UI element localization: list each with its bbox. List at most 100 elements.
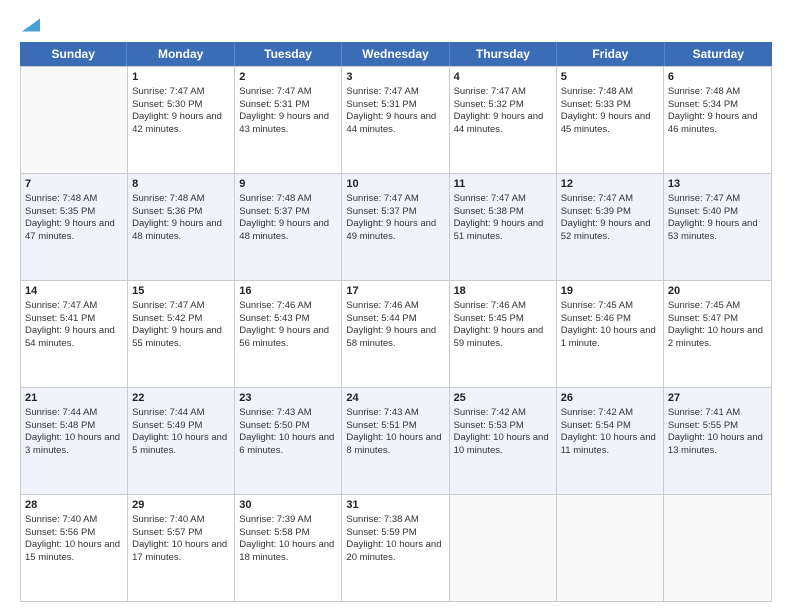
daylight-text: Daylight: 9 hours and 46 minutes.	[668, 111, 758, 135]
sunset-text: Sunset: 5:44 PM	[346, 313, 416, 324]
daylight-text: Daylight: 10 hours and 20 minutes.	[346, 539, 441, 563]
day-cell-17: 17Sunrise: 7:46 AM Sunset: 5:44 PMDayligh…	[342, 281, 449, 387]
daylight-text: Daylight: 9 hours and 52 minutes.	[561, 218, 651, 242]
day-cell-19: 19Sunrise: 7:45 AMSunset: 5:46 PMDayligh…	[557, 281, 664, 387]
header-day-thursday: Thursday	[450, 42, 557, 66]
daylight-text: Daylight: 10 hours and 3 minutes.	[25, 432, 120, 456]
sunrise-text: Sunrise: 7:42 AM	[561, 407, 633, 418]
daylight-text: Daylight: 9 hours and 49 minutes.	[346, 218, 436, 242]
sunset-text: Sunset: 5:38 PM	[454, 206, 524, 217]
daylight-text: Daylight: 10 hours and 11 minutes.	[561, 432, 656, 456]
sunset-text: Sunset: 5:56 PM	[25, 527, 95, 538]
day-cell-2: 2Sunrise: 7:47 AMSunset: 5:31 PMDaylight…	[235, 67, 342, 173]
day-number: 4	[454, 70, 552, 85]
sunrise-text: Sunrise: 7:48 AM	[239, 193, 311, 204]
day-number: 26	[561, 391, 659, 406]
daylight-text: Daylight: 10 hours and 15 minutes.	[25, 539, 120, 563]
day-number: 11	[454, 177, 552, 192]
calendar-body: 1 Sunrise: 7:47 AM Sunset: 5:30 PM Daylight…	[20, 66, 772, 602]
sunset-text: Sunset: 5:32 PM	[454, 99, 524, 110]
day-cell-23: 23Sunrise: 7:43 AMSunset: 5:50 PMDayligh…	[235, 388, 342, 494]
daylight-text: Daylight: 10 hours and 1 minute.	[561, 325, 656, 349]
sunset-text: Sunset: 5:45 PM	[454, 313, 524, 324]
header-day-friday: Friday	[557, 42, 664, 66]
daylight-text: Daylight: 9 hours and 53 minutes.	[668, 218, 758, 242]
day-cell-30: 30Sunrise: 7:39 AMSunset: 5:58 PMDayligh…	[235, 495, 342, 601]
calendar-row-2: 7Sunrise: 7:48 AMSunset: 5:35 PMDaylight…	[21, 173, 771, 280]
sunrise-text: Sunrise: 7:45 AM	[561, 300, 633, 311]
sunrise-text: Sunrise: 7:48 AM	[668, 86, 740, 97]
day-cell-31: 31Sunrise: 7:38 AM Sunset: 5:59 PMDayligh…	[342, 495, 449, 601]
day-cell-25: 25Sunrise: 7:42 AMSunset: 5:53 PMDayligh…	[450, 388, 557, 494]
sunset-text: Sunset: 5:58 PM	[239, 527, 309, 538]
day-cell-3: 3Sunrise: 7:47 AMSunset: 5:31 PMDaylight…	[342, 67, 449, 173]
daylight-text: Daylight: 9 hours and 58 minutes.	[346, 325, 436, 349]
sunset-text: Sunset: 5:53 PM	[454, 420, 524, 431]
sunrise-text: Sunrise: 7:38 AM	[346, 514, 418, 525]
day-cell-1: 1Sunrise: 7:47 AMSunset: 5:30 PMDaylight…	[128, 67, 235, 173]
day-cell-22: 22Sunrise: 7:44 AMSunset: 5:49 PMDayligh…	[128, 388, 235, 494]
sunset-text: Sunset: 5:42 PM	[132, 313, 202, 324]
sunset-text: Sunset: 5:46 PM	[561, 313, 631, 324]
sunrise-text: Sunrise: 7:45 AM	[668, 300, 740, 311]
day-number: 18	[454, 284, 552, 299]
day-cell-18: 18Sunrise: 7:46 AMSunset: 5:45 PMDayligh…	[450, 281, 557, 387]
daylight-text: Daylight: 9 hours and 44 minutes.	[346, 111, 436, 135]
day-cell-7: 7Sunrise: 7:48 AMSunset: 5:35 PMDaylight…	[21, 174, 128, 280]
header-day-saturday: Saturday	[665, 42, 772, 66]
day-number: 24	[346, 391, 444, 406]
daylight-text: Daylight: 10 hours and 2 minutes.	[668, 325, 763, 349]
sunset-text: Sunset: 5:40 PM	[668, 206, 738, 217]
day-number: 17	[346, 284, 444, 299]
daylight-text: Daylight: 9 hours and 43 minutes.	[239, 111, 329, 135]
day-cell-6: 6Sunrise: 7:48 AMSunset: 5:34 PMDaylight…	[664, 67, 771, 173]
sunrise-text: Sunrise: 7:44 AM	[132, 407, 204, 418]
sunset-text: Sunset: 5:59 PM	[346, 527, 416, 538]
sunset-text: Sunset: 5:41 PM	[25, 313, 95, 324]
day-number: 13	[668, 177, 767, 192]
daylight-text: Daylight: 9 hours and 45 minutes.	[561, 111, 651, 135]
day-number: 1	[132, 70, 230, 85]
sunset-text: Sunset: 5:30 PM	[132, 99, 202, 110]
day-number: 16	[239, 284, 337, 299]
daylight-text: Daylight: 10 hours and 17 minutes.	[132, 539, 227, 563]
daylight-text: Daylight: 10 hours and 5 minutes.	[132, 432, 227, 456]
sunset-text: Sunset: 5:49 PM	[132, 420, 202, 431]
empty-cell-4-4	[450, 495, 557, 601]
day-number: 7	[25, 177, 123, 192]
sunrise-text: Sunrise: 7:48 AM	[25, 193, 97, 204]
day-number: 21	[25, 391, 123, 406]
sunrise-text: Sunrise: 7:47 AM	[561, 193, 633, 204]
daylight-text: Daylight: 10 hours and 8 minutes.	[346, 432, 441, 456]
sunset-text: Sunset: 5:39 PM	[561, 206, 631, 217]
sunset-text: Sunset: 5:57 PM	[132, 527, 202, 538]
day-number: 8	[132, 177, 230, 192]
daylight-text: Daylight: 9 hours and 55 minutes.	[132, 325, 222, 349]
sunrise-text: Sunrise: 7:40 AM	[25, 514, 97, 525]
sunrise-text: Sunrise: 7:47 AM	[454, 86, 526, 97]
day-number: 31	[346, 498, 444, 513]
sunrise-text: Sunrise: 7:48 AM	[132, 193, 204, 204]
sunset-text: Sunset: 5:33 PM	[561, 99, 631, 110]
sunrise-text: Sunrise: 7:47 AM	[668, 193, 740, 204]
sunset-text: Sunset: 5:54 PM	[561, 420, 631, 431]
daylight-text: Daylight: 9 hours and 44 minutes.	[454, 111, 544, 135]
day-cell-12: 12Sunrise: 7:47 AMSunset: 5:39 PMDayligh…	[557, 174, 664, 280]
calendar-row-1: 1 Sunrise: 7:47 AM Sunset: 5:30 PM Daylight…	[21, 66, 771, 173]
day-cell-21: 21Sunrise: 7:44 AMSunset: 5:48 PMDayligh…	[21, 388, 128, 494]
sunrise-text: Sunrise: 7:41 AM	[668, 407, 740, 418]
day-cell-16: 16Sunrise: 7:46 AMSunset: 5:43 PMDayligh…	[235, 281, 342, 387]
sunrise-text: Sunrise: 7:46 AM	[239, 300, 311, 311]
daylight-text: Daylight: 10 hours and 18 minutes.	[239, 539, 334, 563]
sunrise-text: Sunrise: 7:47 AM	[239, 86, 311, 97]
sunrise-text: Sunrise: 7:46 AM	[346, 300, 418, 311]
day-number: 2	[239, 70, 337, 85]
calendar-header: SundayMondayTuesdayWednesdayThursdayFrid…	[20, 42, 772, 66]
day-number: 20	[668, 284, 767, 299]
day-cell-24: 24Sunrise: 7:43 AMSunset: 5:51 PMDayligh…	[342, 388, 449, 494]
sunset-text: Sunset: 5:48 PM	[25, 420, 95, 431]
day-cell-26: 26Sunrise: 7:42 AM Sunset: 5:54 PMDayligh…	[557, 388, 664, 494]
daylight-text: Daylight: 9 hours and 54 minutes.	[25, 325, 115, 349]
daylight-text: Daylight: 9 hours and 51 minutes.	[454, 218, 544, 242]
day-cell-29: 29Sunrise: 7:40 AMSunset: 5:57 PMDayligh…	[128, 495, 235, 601]
